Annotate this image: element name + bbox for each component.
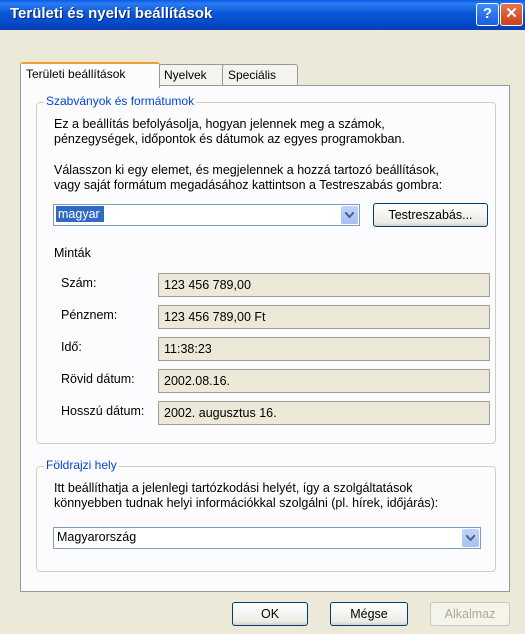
window-title: Területi és nyelvi beállítások bbox=[10, 5, 213, 22]
location-dropdown-button[interactable] bbox=[462, 529, 479, 547]
tab-languages[interactable]: Nyelvek bbox=[158, 64, 226, 85]
sample-value-currency-text: 123 456 789,00 Ft bbox=[164, 310, 266, 324]
sample-label-long-date: Hosszú dátum: bbox=[61, 404, 145, 418]
chevron-down-icon bbox=[466, 535, 475, 541]
sample-label-currency: Pénznem: bbox=[61, 308, 118, 322]
sample-value-number: 123 456 789,00 bbox=[158, 273, 490, 297]
location-legend: Földrajzi hely bbox=[44, 458, 119, 472]
customize-button[interactable]: Testreszabás... bbox=[373, 203, 488, 227]
tab-panel: Szabványok és formátumok Ez a beállítás … bbox=[20, 85, 510, 592]
help-icon: ? bbox=[482, 5, 493, 22]
locale-dropdown-button[interactable] bbox=[341, 206, 358, 224]
location-description-line1: Itt beállíthatja a jelenlegi tartózkodás… bbox=[54, 481, 413, 495]
sample-value-long-date: 2002. augusztus 16. bbox=[158, 401, 490, 425]
location-select-value: Magyarország bbox=[57, 530, 137, 544]
sample-value-short-date-text: 2002.08.16. bbox=[164, 374, 231, 388]
sample-value-currency: 123 456 789,00 Ft bbox=[158, 305, 490, 329]
samples-heading: Minták bbox=[54, 246, 91, 260]
standards-description-line1: Ez a beállítás befolyásolja, hogyan jele… bbox=[54, 117, 385, 131]
sample-value-number-text: 123 456 789,00 bbox=[164, 278, 251, 292]
chevron-down-icon bbox=[345, 212, 354, 218]
cancel-button[interactable]: Mégse bbox=[330, 602, 408, 626]
sample-label-time: Idő: bbox=[61, 340, 82, 354]
standards-description-line2: pénzegységek, időpontok és dátumok az eg… bbox=[54, 132, 405, 146]
regional-settings-dialog: Területi és nyelvi beállítások ? ✕ Terül… bbox=[0, 0, 525, 634]
sample-value-time: 11:38:23 bbox=[158, 337, 490, 361]
title-bar[interactable]: Területi és nyelvi beállítások ? ✕ bbox=[0, 0, 525, 30]
standards-instruction-line2: vagy saját formátum megadásához kattints… bbox=[54, 178, 443, 192]
apply-button[interactable]: Alkalmaz bbox=[430, 602, 510, 626]
location-group: Földrajzi hely Itt beállíthatja a jelenl… bbox=[36, 458, 496, 572]
locale-select-value: magyar bbox=[56, 206, 104, 222]
ok-button[interactable]: OK bbox=[232, 602, 308, 626]
sample-label-short-date: Rövid dátum: bbox=[61, 372, 135, 386]
location-select[interactable]: Magyarország bbox=[53, 527, 481, 549]
sample-value-time-text: 11:38:23 bbox=[164, 342, 212, 356]
location-description-line2: könnyebben tudnak helyi információkkal s… bbox=[54, 496, 439, 510]
close-button[interactable]: ✕ bbox=[500, 3, 523, 26]
standards-instruction-line1: Válasszon ki egy elemet, és megjelennek … bbox=[54, 163, 439, 177]
locale-select[interactable]: magyar bbox=[53, 204, 360, 226]
close-icon: ✕ bbox=[505, 5, 518, 22]
standards-formats-legend: Szabványok és formátumok bbox=[44, 94, 197, 108]
sample-label-number: Szám: bbox=[61, 276, 97, 290]
tab-regional-settings[interactable]: Területi beállítások bbox=[20, 62, 160, 88]
sample-value-short-date: 2002.08.16. bbox=[158, 369, 490, 393]
tab-advanced[interactable]: Speciális bbox=[222, 64, 298, 85]
sample-value-long-date-text: 2002. augusztus 16. bbox=[164, 406, 277, 420]
standards-formats-group: Szabványok és formátumok Ez a beállítás … bbox=[36, 94, 496, 444]
help-button[interactable]: ? bbox=[476, 3, 499, 26]
